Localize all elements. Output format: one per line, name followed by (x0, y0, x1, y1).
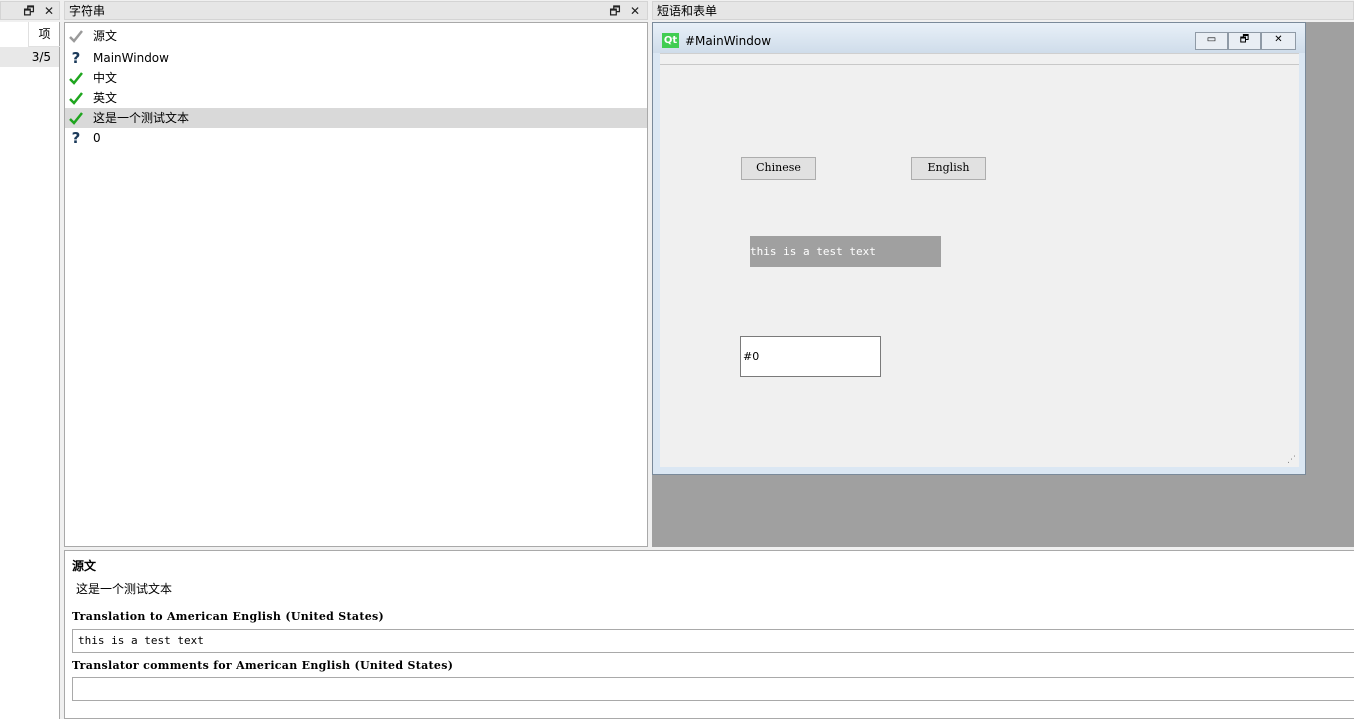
restore-icon[interactable]: 🗗 (1228, 32, 1261, 50)
menubar-divider (660, 64, 1299, 65)
preview-window[interactable]: Qt #MainWindow ▭ 🗗 ✕ Chinese English thi… (652, 22, 1306, 475)
list-item[interactable]: 中文 (65, 68, 647, 88)
line-edit[interactable]: #0 (740, 336, 881, 377)
chinese-button[interactable]: Chinese (741, 157, 816, 180)
form-preview-area: Qt #MainWindow ▭ 🗗 ✕ Chinese English thi… (652, 22, 1354, 547)
close-window-icon[interactable]: ✕ (1261, 32, 1296, 50)
list-item[interactable]: ? 0 (65, 128, 647, 148)
list-item-selected[interactable]: 这是一个测试文本 (65, 108, 647, 128)
float-icon[interactable]: 🗗 (607, 2, 623, 20)
source-text: 这是一个测试文本 (76, 582, 173, 596)
close-icon[interactable]: ✕ (41, 2, 57, 20)
translation-label: Translation to American English (United … (72, 610, 385, 623)
left-dock-titlebar: 🗗 ✕ (0, 1, 60, 20)
question-icon: ? (71, 49, 81, 67)
english-button[interactable]: English (911, 157, 986, 180)
question-icon: ? (71, 129, 81, 147)
resize-grip-icon[interactable]: ⋰ (1287, 455, 1296, 465)
text-label: this is a test text (750, 236, 941, 267)
translation-editor: 源文 这是一个测试文本 Translation to American Engl… (64, 550, 1354, 719)
left-progress-value[interactable]: 3/5 (0, 47, 59, 67)
strings-dock-titlebar: 字符串 🗗 ✕ (64, 1, 648, 20)
strings-dock-title: 字符串 (69, 4, 106, 18)
qt-logo-icon: Qt (662, 33, 679, 48)
source-label: 源文 (72, 559, 97, 573)
strings-list: 源文 ? MainWindow 中文 英文 这是一个测试文本 ? 0 (64, 22, 648, 547)
preview-window-client: Chinese English this is a test text #0 ⋰ (660, 53, 1299, 467)
check-icon (69, 72, 83, 85)
left-dock-panel: 项 3/5 (0, 22, 60, 719)
comments-label: Translator comments for American English… (72, 659, 454, 672)
float-icon[interactable]: 🗗 (21, 2, 37, 20)
check-icon (69, 92, 83, 105)
list-item[interactable]: ? MainWindow (65, 48, 647, 68)
preview-window-titlebar[interactable]: Qt #MainWindow ▭ 🗗 ✕ (653, 23, 1305, 53)
comments-field[interactable] (72, 677, 1354, 701)
list-item[interactable]: 源文 (65, 26, 647, 46)
phrases-dock-title: 短语和表单 (657, 4, 718, 18)
translation-field[interactable]: this is a test text (72, 629, 1354, 653)
minimize-icon[interactable]: ▭ (1195, 32, 1228, 50)
left-header: 项 (28, 22, 60, 47)
phrases-dock-titlebar: 短语和表单 (652, 1, 1354, 20)
list-item[interactable]: 英文 (65, 88, 647, 108)
preview-window-title: #MainWindow (685, 34, 772, 48)
close-icon[interactable]: ✕ (627, 2, 643, 20)
check-icon (69, 112, 83, 125)
check-icon (69, 30, 83, 43)
